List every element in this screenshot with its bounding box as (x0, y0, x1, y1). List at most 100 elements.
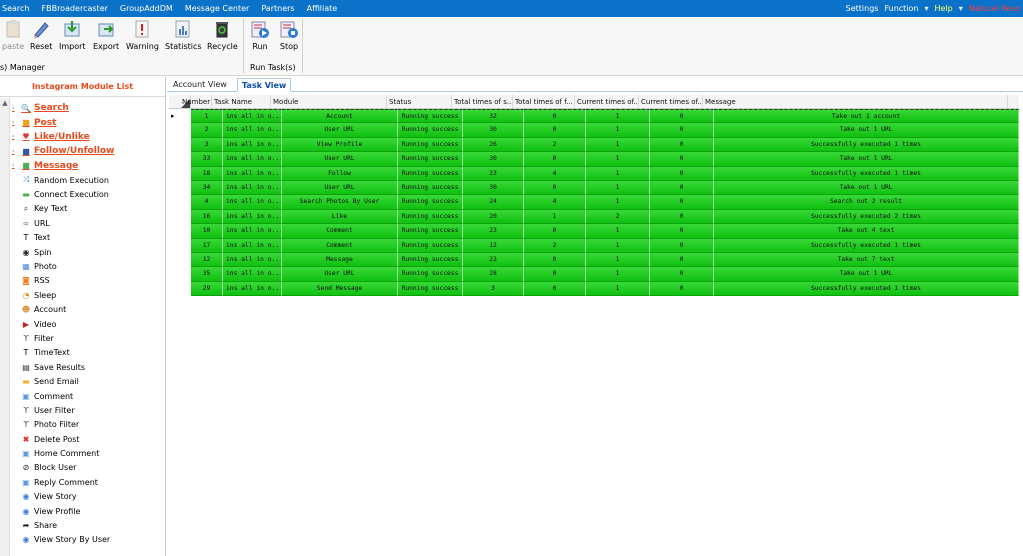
sidebar-item-connect-execution[interactable]: ▬ Connect Execution (12, 187, 166, 201)
table-row[interactable]: 17 ins all in o... Comment Running success 1… (169, 238, 1019, 253)
run-button[interactable]: Run (250, 19, 270, 51)
sidebar-item-url[interactable]: ∞ URL (12, 216, 166, 230)
row-header[interactable] (169, 252, 190, 268)
row-header[interactable] (169, 195, 190, 210)
table-row[interactable]: 18 ins all in o... Follow Running success 23… (169, 166, 1019, 181)
expand-arrow-icon[interactable]: › (12, 133, 20, 140)
recycle-button[interactable]: Recycle (207, 19, 238, 51)
warning-button[interactable]: Warning (126, 19, 159, 51)
export-icon (96, 19, 116, 39)
menu-message-center[interactable]: Message Center (179, 4, 256, 13)
menu-help[interactable]: Help (932, 4, 956, 13)
menu-fbbroadercaster[interactable]: FBBroadercaster (35, 4, 113, 13)
menu-partners[interactable]: Partners (255, 4, 300, 13)
sidebar-item-photo-filter[interactable]: ϒ Photo Filter (12, 418, 166, 432)
column-header[interactable]: Module (271, 95, 387, 109)
row-header[interactable] (169, 209, 190, 225)
row-header[interactable] (169, 281, 190, 297)
sidebar-item-message[interactable]: › ■ Message (12, 159, 166, 173)
expand-arrow-icon[interactable]: › (12, 148, 20, 155)
row-header[interactable] (169, 137, 190, 153)
row-header[interactable] (169, 224, 190, 239)
column-header[interactable]: Number (180, 95, 212, 109)
table-row[interactable]: 4 ins all in o... Search Photos By User Run… (169, 195, 1019, 210)
sidebar-item-search[interactable]: › 🔍 Search (12, 101, 166, 115)
current-row-indicator-icon[interactable]: ▸ (169, 109, 190, 124)
row-header[interactable] (169, 238, 190, 253)
column-header[interactable]: Status (387, 95, 452, 109)
menu-groupadddm[interactable]: GroupAddDM (114, 4, 179, 13)
row-header[interactable] (169, 267, 190, 282)
table-cell: Send Message (282, 281, 398, 297)
expand-arrow-icon[interactable]: › (12, 105, 20, 112)
sidebar-item-filter[interactable]: ϒ Filter (12, 331, 166, 345)
table-row[interactable]: 16 ins all in o... Like Running success 20 1 2… (169, 209, 1019, 225)
sidebar-item-random-execution[interactable]: ⤨ Random Execution (12, 173, 166, 187)
sidebar-item-sleep[interactable]: ◔ Sleep (12, 288, 166, 302)
sidebar-item-view-story[interactable]: ◉ View Story (12, 490, 166, 504)
tab-account-view[interactable]: Account View (169, 78, 231, 92)
sidebar-item-photo[interactable]: ▦ Photo (12, 259, 166, 273)
row-header[interactable] (169, 166, 190, 181)
table-row[interactable]: 33 ins all in o... User URL Running success… (169, 152, 1019, 167)
reset-button[interactable]: Reset (30, 19, 52, 51)
statistics-button[interactable]: Statistics (165, 19, 202, 51)
column-header[interactable]: Total times of f... (513, 95, 575, 109)
import-button[interactable]: Import (59, 19, 86, 51)
sidebar-item-view-profile[interactable]: ◉ View Profile (12, 504, 166, 518)
paste-button[interactable]: paste (2, 19, 24, 51)
sidebar-item-delete-post[interactable]: ✖ Delete Post (12, 432, 166, 446)
sidebar-item-reply-comment[interactable]: ▣ Reply Comment (12, 475, 166, 489)
sidebar-item-share[interactable]: ➦ Share (12, 518, 166, 532)
sidebar-item-video[interactable]: ▶ Video (12, 317, 166, 331)
sidebar-item-block-user[interactable]: ⊘ Block User (12, 461, 166, 475)
sidebar-item-post[interactable]: › ■ Post (12, 115, 166, 129)
table-row[interactable]: 29 ins all in o... Send Message Running suc… (169, 281, 1019, 297)
column-header[interactable]: Current times of... (575, 95, 639, 109)
sidebar-item-timetext[interactable]: T TimeText (12, 346, 166, 360)
sidebar-item-user-filter[interactable]: ϒ User Filter (12, 403, 166, 417)
follow-icon: ■ (22, 146, 30, 156)
menu-function[interactable]: Function (881, 4, 921, 13)
sidebar-item-home-comment[interactable]: ▣ Home Comment (12, 446, 166, 460)
spin-icon: ◉ (22, 247, 30, 257)
menu-settings[interactable]: Settings (843, 4, 882, 13)
menu-affiliate[interactable]: Affiliate (301, 4, 344, 13)
column-header[interactable]: Task Name (212, 95, 271, 109)
sidebar-item-key-text[interactable]: ⌕ Key Text (12, 202, 166, 216)
sidebar-item-spin[interactable]: ◉ Spin (12, 245, 166, 259)
table-cell: 1 (586, 238, 650, 253)
sidebar-item-like-unlike[interactable]: › ♥ Like/Unlike (12, 130, 166, 144)
expand-arrow-icon[interactable]: › (12, 119, 20, 126)
row-header[interactable] (169, 180, 190, 196)
sidebar-item-view-story-by-user[interactable]: ◉ View Story By User (12, 533, 166, 547)
column-header[interactable]: Message (703, 95, 1008, 109)
table-row[interactable]: 35 ins all in o... User URL Running success… (169, 267, 1019, 282)
menu-search[interactable]: Search (0, 4, 35, 13)
tab-task-view[interactable]: Task View (237, 78, 292, 92)
sidebar-item-send-email[interactable]: ▬ Send Email (12, 374, 166, 388)
column-header[interactable]: Total times of s... (452, 95, 513, 109)
table-cell: 1 (586, 267, 650, 282)
sidebar-item-follow-unfollow[interactable]: › ■ Follow/Unfollow (12, 144, 166, 158)
table-row[interactable]: ▸ 1 ins all in o... Account Running success 3… (169, 109, 1019, 124)
sidebar-item-comment[interactable]: ▣ Comment (12, 389, 166, 403)
row-header[interactable] (169, 152, 190, 167)
table-row[interactable]: 12 ins all in o... Message Running success 2… (169, 252, 1019, 268)
sidebar-scrollbar[interactable]: ▲ (0, 98, 10, 556)
table-row[interactable]: 34 ins all in o... User URL Running success… (169, 180, 1019, 196)
sidebar-item-account[interactable]: ☻ Account (12, 302, 166, 316)
scroll-up-icon[interactable]: ▲ (0, 98, 10, 108)
column-header[interactable]: Current times of... (639, 95, 703, 109)
table-row[interactable]: 10 ins all in o... Comment Running success 2… (169, 224, 1019, 239)
expand-arrow-icon[interactable]: › (12, 162, 20, 169)
sidebar-item-save-results[interactable]: ▤ Save Results (12, 360, 166, 374)
table-row[interactable]: 2 ins all in o... User URL Running success 3… (169, 123, 1019, 138)
table-row[interactable]: 3 ins all in o... View Profile Running succ… (169, 137, 1019, 153)
sidebar-item-text[interactable]: T Text (12, 231, 166, 245)
stop-button[interactable]: Stop (279, 19, 299, 51)
export-button[interactable]: Export (93, 19, 119, 51)
menu-register[interactable]: Natural Reso (966, 4, 1023, 13)
sidebar-item-rss[interactable]: ◙ RSS (12, 274, 166, 288)
row-header[interactable] (169, 123, 190, 138)
